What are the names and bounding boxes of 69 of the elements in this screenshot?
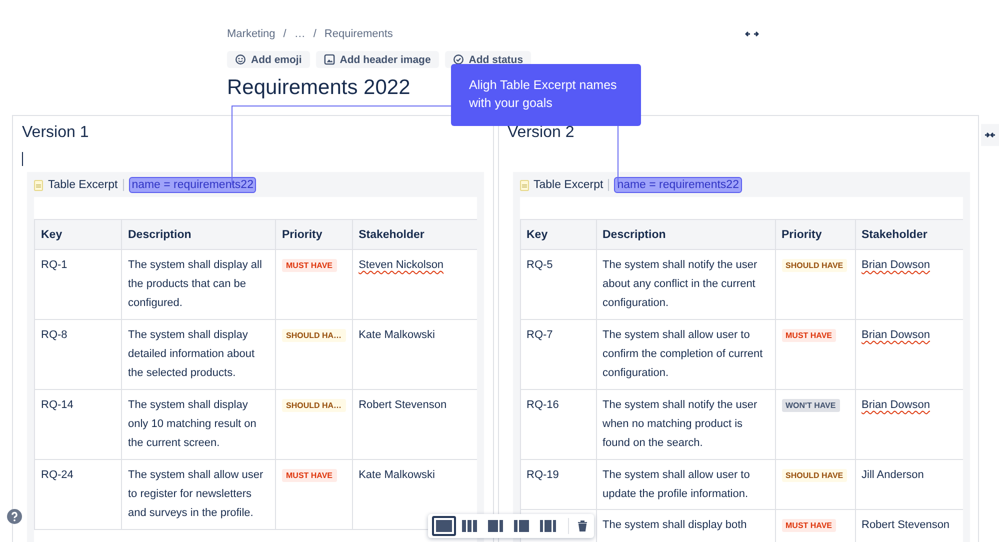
tooltip: Aligh Table Excerpt names with your goals — [451, 64, 641, 126]
table-cell: Brian Dowson — [862, 329, 930, 341]
check-circle-icon — [452, 54, 464, 65]
table-cell: RQ-19 — [526, 469, 559, 481]
table-cell: RQ-8 — [41, 329, 68, 341]
table-cell: Robert Stevenson — [862, 519, 950, 531]
breadcrumb-link[interactable]: Marketing — [227, 28, 276, 40]
column-header: Priority — [775, 220, 855, 250]
breadcrumb-link[interactable]: … — [294, 28, 306, 40]
document-icon — [520, 180, 528, 190]
table-cell: Steven Nickolson — [358, 259, 444, 271]
column-header: Stakeholder — [352, 220, 477, 250]
document-icon — [34, 180, 43, 190]
column-heading: Version 1 — [22, 124, 90, 143]
macro-parameter[interactable]: name = requirements22 — [128, 177, 256, 193]
priority-status: WON'T HAVE — [782, 399, 840, 412]
column-header: Description — [596, 220, 775, 250]
priority-status: MUST HAVE — [282, 469, 337, 482]
table-cell: The system shall allow user to update the profile information. — [602, 469, 750, 500]
layout-button[interactable] — [432, 516, 456, 536]
macro-label: Table Excerpt — [48, 179, 118, 191]
macro-label: Table Excerpt — [534, 179, 604, 191]
trash-icon[interactable] — [577, 520, 588, 532]
collapse-arrows-icon — [984, 131, 996, 139]
column-header: Description — [122, 220, 276, 250]
column-header: Key — [34, 220, 122, 250]
table-cell: Jill Anderson — [862, 469, 924, 481]
table-cell: RQ-7 — [526, 329, 553, 341]
column-heading: Version 2 — [508, 124, 576, 143]
table-cell: Kate Malkowski — [358, 329, 435, 341]
table-cell: Brian Dowson — [862, 399, 930, 411]
image-icon — [324, 54, 335, 65]
breadcrumb-separator: / — [283, 28, 286, 40]
table-cell: Kate Malkowski — [358, 469, 435, 481]
priority-status: MUST HAVE — [782, 329, 836, 342]
expand-width-icon[interactable] — [745, 30, 759, 38]
table-cell: The system shall notify the user about any conflict in the current configuration. — [602, 259, 758, 309]
table-cell: The system shall display only 10 matching result on the current screen. — [128, 399, 256, 449]
breadcrumb-separator: / — [313, 28, 316, 40]
priority-status: SHOULD HA… — [282, 399, 346, 412]
table-cell: RQ-24 — [41, 469, 74, 481]
priority-status: MUST HAVE — [282, 259, 337, 272]
header-action-button[interactable]: Add emoji — [227, 51, 310, 68]
priority-status: SHOULD HAVE — [782, 469, 848, 482]
priority-status: MUST HAVE — [782, 519, 836, 532]
column-header: Priority — [276, 220, 352, 250]
priority-status: SHOULD HAVE — [782, 259, 848, 272]
table-cell: The system shall display both — [602, 519, 747, 531]
priority-status: SHOULD HA… — [282, 329, 346, 342]
table-cell: Brian Dowson — [862, 259, 930, 271]
help-icon[interactable] — [7, 509, 22, 524]
table-cell: RQ-14 — [41, 399, 74, 411]
breadcrumb-link[interactable]: Requirements — [324, 28, 393, 40]
table-cell: The system shall display detailed information about the selected products. — [128, 329, 255, 379]
header-action-button[interactable]: Add header image — [316, 51, 439, 68]
smiley-icon — [235, 54, 246, 65]
table-cell: RQ-5 — [526, 259, 553, 271]
column-header: Key — [520, 220, 596, 250]
column-header: Stakeholder — [855, 220, 962, 250]
table-cell: The system shall allow user to confirm the completion of current configuration. — [602, 329, 763, 379]
collapse-width-button[interactable] — [981, 124, 999, 146]
table-cell: Robert Stevenson — [358, 399, 447, 411]
page-title: Requirements 2022 — [227, 76, 410, 101]
table-cell: The system shall display all the products that can be configured. — [128, 259, 262, 309]
macro-parameter[interactable]: name = requirements22 — [614, 177, 742, 193]
table-cell: The system shall allow user to register for newsletters and surveys in the profile. — [128, 469, 264, 519]
table-cell: RQ-1 — [41, 259, 68, 271]
table-cell: The system shall notify the user when no matching product is found on the search. — [602, 399, 758, 449]
table-cell: RQ-16 — [526, 399, 559, 411]
